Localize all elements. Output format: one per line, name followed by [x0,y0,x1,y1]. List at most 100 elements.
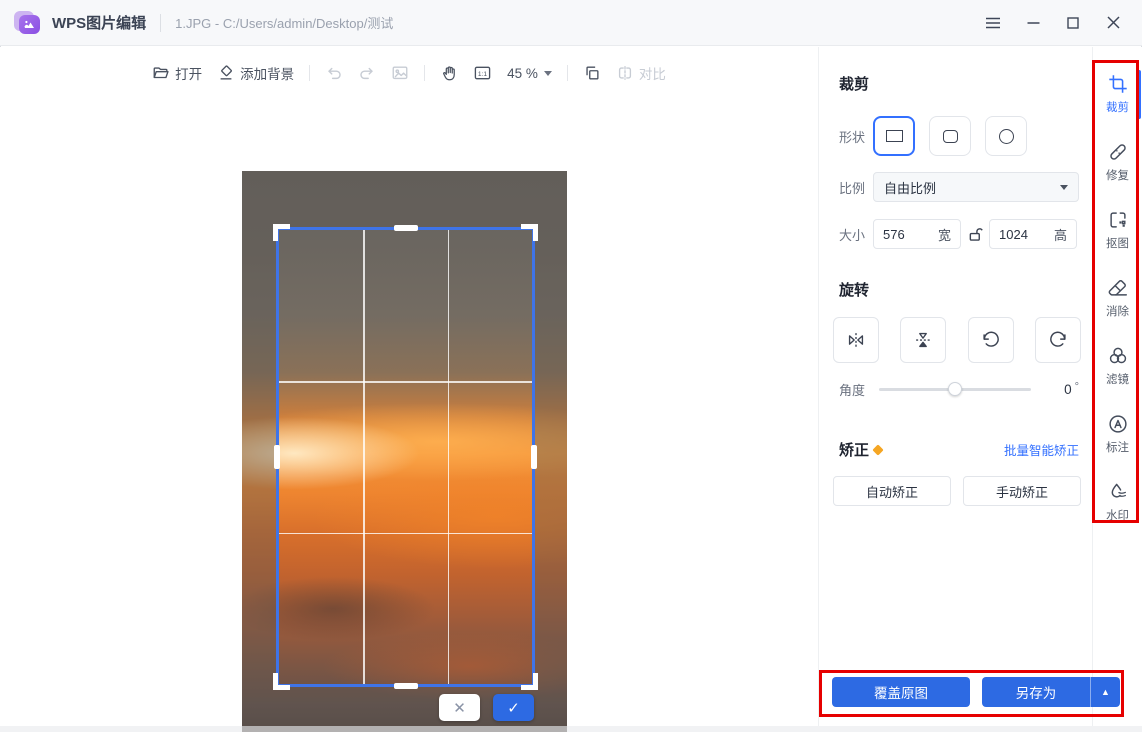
crop-handle-top-left[interactable] [273,224,290,241]
open-label: 打开 [175,63,202,83]
compare-label: 对比 [639,63,666,83]
auto-correct-button[interactable]: 自动矫正 [833,476,951,506]
save-as-split-button: 另存为 ▲ [982,677,1120,707]
add-background-label: 添加背景 [240,63,294,83]
crop-icon [1107,73,1129,95]
rail-item-repair[interactable]: 修复 [1096,141,1140,183]
shape-rounded-button[interactable] [929,116,971,156]
filter-icon [1107,345,1129,367]
maximize-icon[interactable] [1058,9,1088,37]
menu-icon[interactable] [978,9,1008,37]
manual-correct-button[interactable]: 手动矫正 [963,476,1081,506]
annotate-icon [1107,413,1129,435]
ratio-dropdown[interactable]: 自由比例 [873,172,1079,202]
undo-icon[interactable] [325,64,343,82]
crop-gridline [363,230,365,684]
shape-row: 形状 [839,116,1079,156]
crop-settings-panel: 裁剪 形状 比例 自由比例 大小 宽 高 [818,47,1092,726]
slider-thumb[interactable] [948,382,962,396]
ratio-value: 自由比例 [884,178,936,197]
minimize-icon[interactable] [1018,9,1048,37]
crop-handle-right[interactable] [531,445,537,469]
crop-handle-bottom-right[interactable] [521,673,538,690]
toolbar-separator [309,65,310,81]
rotate-row [833,317,1081,363]
width-unit: 宽 [938,225,951,244]
watermark-icon [1107,481,1129,503]
window-bottom-edge [0,726,1142,732]
batch-smart-correct-link[interactable]: 批量智能矫正 [1004,440,1079,459]
cutout-icon [1107,209,1129,231]
correct-header-label: 矫正 [839,439,869,460]
add-background-button[interactable]: 添加背景 [217,63,294,83]
rail-item-watermark[interactable]: 水印 [1096,481,1140,523]
shape-circle-button[interactable] [985,116,1027,156]
save-as-more-button[interactable]: ▲ [1090,677,1120,707]
angle-value: 0° [1064,381,1079,397]
correct-section-header: 矫正 批量智能矫正 [839,439,1079,460]
toolbar-separator [424,65,425,81]
crop-handle-bottom-left[interactable] [273,673,290,690]
shape-rectangle-button[interactable] [873,116,915,156]
titlebar-divider [160,14,161,32]
fit-actual-size-icon[interactable]: 1:1 [473,64,492,82]
rotate-left-button[interactable] [968,317,1014,363]
height-value-field[interactable] [999,227,1039,242]
chevron-down-icon [1060,185,1068,190]
titlebar: WPS图片编辑 1.JPG - C:/Users/admin/Desktop/测… [0,0,1142,46]
correct-row: 自动矫正 手动矫正 [833,476,1081,506]
rounded-rectangle-icon [943,130,958,143]
zoom-level-dropdown[interactable]: 45 % [507,66,552,81]
crop-confirm-bar: ✕ ✓ [439,694,534,721]
aspect-lock-icon[interactable] [961,226,989,242]
flip-vertical-button[interactable] [900,317,946,363]
size-label: 大小 [839,225,873,244]
pan-hand-icon[interactable] [440,64,458,82]
duplicate-icon[interactable] [583,64,601,82]
save-as-button[interactable]: 另存为 [982,677,1090,707]
crop-handle-top[interactable] [394,225,418,231]
image-icon[interactable] [391,64,409,82]
angle-slider[interactable] [879,382,1031,396]
overwrite-original-button[interactable]: 覆盖原图 [832,677,970,707]
crop-width-input[interactable]: 宽 [873,219,961,249]
angle-label: 角度 [839,380,873,399]
width-value-field[interactable] [883,227,923,242]
canvas-area: 打开 添加背景 1:1 45 % [0,47,818,726]
redo-icon[interactable] [358,64,376,82]
wps-image-editor-window: WPS图片编辑 1.JPG - C:/Users/admin/Desktop/测… [0,0,1142,732]
rotate-right-button[interactable] [1035,317,1081,363]
crop-confirm-button[interactable]: ✓ [493,694,534,721]
flip-horizontal-button[interactable] [833,317,879,363]
app-logo-icon [14,9,42,37]
rectangle-icon [886,130,903,142]
crop-gridline [448,230,450,684]
circle-icon [999,129,1014,144]
crop-cancel-button[interactable]: ✕ [439,694,480,721]
crop-handle-top-right[interactable] [521,224,538,241]
chevron-down-icon [544,71,552,76]
crop-selection[interactable] [276,227,535,687]
crop-section-header: 裁剪 [839,73,1079,94]
rail-item-filter[interactable]: 滤镜 [1096,345,1140,387]
eraser-icon [1107,277,1129,299]
open-button[interactable]: 打开 [152,63,202,83]
rail-item-erase[interactable]: 消除 [1096,277,1140,319]
canvas-toolbar: 打开 添加背景 1:1 45 % [0,58,818,88]
close-icon[interactable] [1098,9,1128,37]
crop-handle-bottom[interactable] [394,683,418,689]
photo-canvas: ✕ ✓ [242,171,567,732]
crop-height-input[interactable]: 高 [989,219,1077,249]
size-row: 大小 宽 高 [839,219,1079,249]
active-indicator [1137,70,1141,119]
rail-item-cutout[interactable]: 抠图 [1096,209,1140,251]
height-unit: 高 [1054,225,1067,244]
bandage-icon [1107,141,1129,163]
zoom-value: 45 % [507,66,538,81]
compare-button[interactable]: 对比 [616,63,666,83]
rail-item-annotate[interactable]: 标注 [1096,413,1140,455]
degree-symbol: ° [1075,381,1079,393]
crop-handle-left[interactable] [274,445,280,469]
rail-item-crop[interactable]: 裁剪 [1096,73,1140,115]
bottom-action-bar: 覆盖原图 另存为 ▲ [832,677,1120,707]
